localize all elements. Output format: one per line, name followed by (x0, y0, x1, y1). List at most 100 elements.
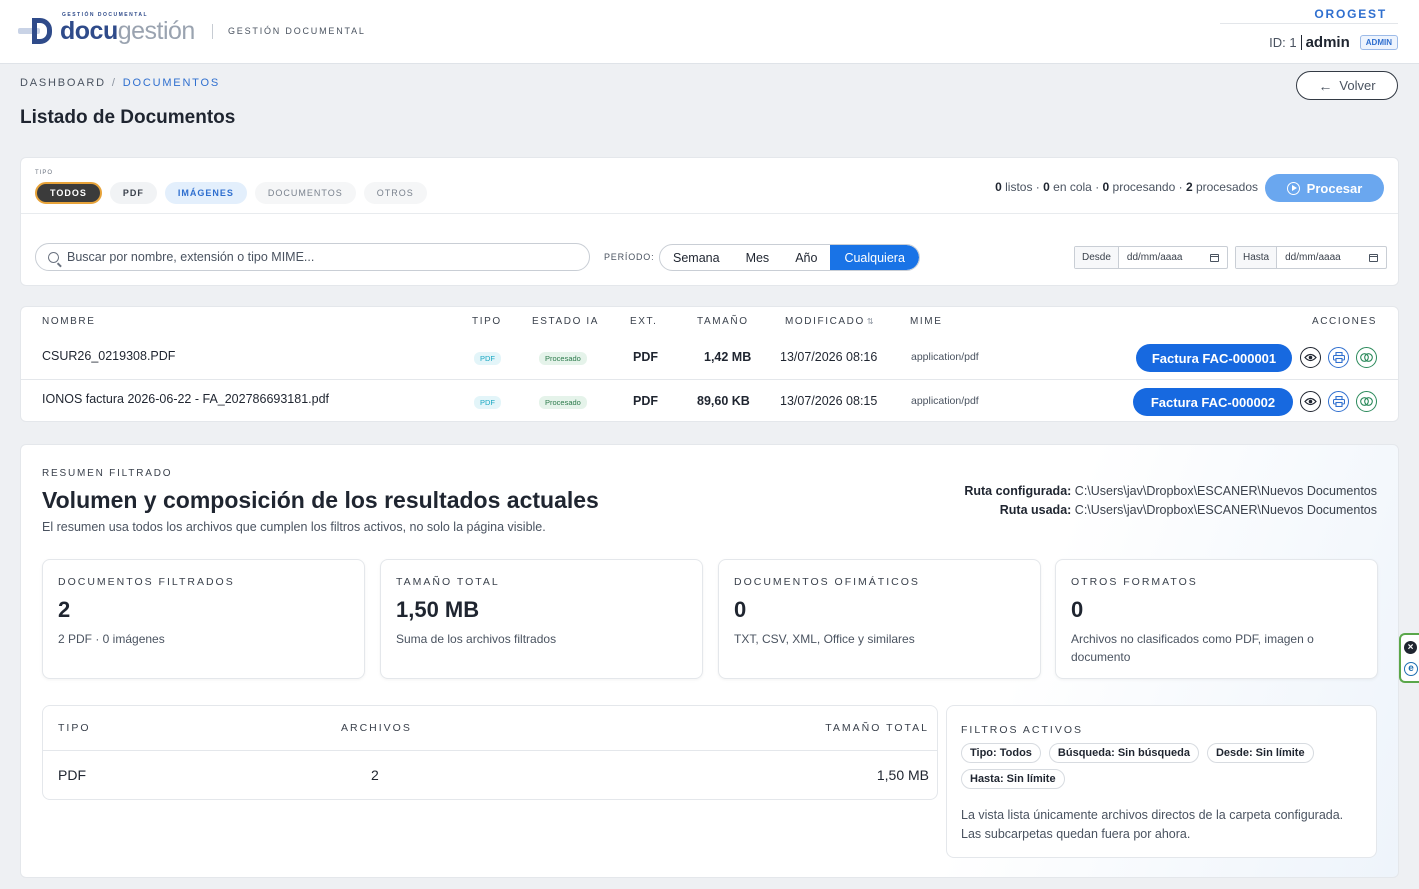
factura-button[interactable]: Factura FAC-000001 (1136, 344, 1292, 372)
print-icon[interactable] (1328, 391, 1349, 412)
factura-button[interactable]: Factura FAC-000002 (1133, 388, 1293, 416)
close-icon[interactable]: × (1404, 641, 1417, 654)
queue-cola-count: 0 (1043, 180, 1050, 194)
summary-label: RESUMEN FILTRADO (42, 468, 173, 479)
col-mime[interactable]: MIME (910, 316, 943, 327)
period-cualquiera[interactable]: Cualquiera (830, 245, 919, 270)
chip-imagenes[interactable]: IMÁGENES (164, 182, 247, 204)
filter-tag-tipo: Tipo: Todos (961, 743, 1041, 763)
filter-tag-busqueda: Búsqueda: Sin búsqueda (1048, 743, 1199, 763)
period-selector: Semana Mes Año Cualquiera (659, 244, 920, 271)
filter-tag-hasta: Hasta: Sin límite (961, 769, 1065, 789)
stat-card-documentos: DOCUMENTOS FILTRADOS 2 2 PDF · 0 imágene… (42, 559, 365, 679)
stat-card-tamano: TAMAÑO TOTAL 1,50 MB Suma de los archivo… (380, 559, 703, 679)
row-modificado: 13/07/2026 08:15 (780, 394, 878, 408)
active-filters-card: FILTROS ACTIVOS Tipo: Todos Búsqueda: Si… (946, 705, 1377, 858)
chip-todos[interactable]: TODOS (35, 182, 102, 204)
chip-documentos[interactable]: DOCUMENTOS (254, 182, 356, 204)
tt-row-archivos: 2 (371, 767, 379, 783)
stat-description: TXT, CSV, XML, Office y similares (734, 632, 915, 646)
queue-procesados-label: procesados (1192, 180, 1258, 194)
row-estado-badge: Procesado (539, 396, 587, 409)
date-to-value[interactable]: dd/mm/aaaa (1277, 252, 1369, 263)
compare-icon[interactable] (1356, 391, 1377, 412)
calendar-icon[interactable] (1369, 253, 1378, 262)
tt-divider (43, 750, 937, 751)
stat-description: Archivos no clasificados como PDF, image… (1071, 632, 1314, 664)
col-tipo[interactable]: TIPO (472, 316, 502, 327)
top-bar: GESTIÓN DOCUMENTAL docugestión GESTIÓN D… (0, 0, 1419, 64)
table-row[interactable]: IONOS factura 2026-06-22 - FA_2027866931… (21, 379, 1398, 422)
search-input[interactable] (67, 250, 567, 264)
tt-col-tipo: TIPO (58, 722, 91, 734)
breadcrumb-separator: / (111, 77, 117, 89)
logo-word-docu: docu (60, 17, 118, 45)
col-tamano[interactable]: TAMAÑO (697, 316, 749, 327)
queue-procesando-label: procesando · (1109, 180, 1186, 194)
ruta-usada-label: Ruta usada: (999, 503, 1072, 517)
page-title: Listado de Documentos (20, 107, 236, 128)
period-mes[interactable]: Mes (733, 245, 783, 270)
stat-card-otros: OTROS FORMATOS 0 Archivos no clasificado… (1055, 559, 1378, 679)
active-filters-tags: Tipo: Todos Búsqueda: Sin búsqueda Desde… (961, 743, 1361, 789)
period-ano[interactable]: Año (782, 245, 830, 270)
search-box (35, 243, 590, 271)
company-name: OROGEST (1314, 7, 1387, 21)
col-estado[interactable]: ESTADO IA (532, 316, 599, 327)
process-button[interactable]: Procesar (1265, 174, 1384, 202)
view-icon[interactable] (1300, 391, 1321, 412)
documents-table: NOMBRE TIPO ESTADO IA EXT. TAMAÑO MODIFI… (20, 306, 1399, 422)
col-modificado[interactable]: MODIFICADO ⇅ (785, 316, 875, 327)
col-modificado-label: MODIFICADO (785, 316, 865, 327)
row-tamano: 1,42 MB (704, 350, 752, 364)
queue-listos-count: 0 (995, 180, 1002, 194)
sort-icon[interactable]: ⇅ (867, 317, 875, 326)
calendar-icon[interactable] (1210, 253, 1219, 262)
active-filters-label: FILTROS ACTIVOS (961, 724, 1083, 736)
table-row[interactable]: CSUR26_0219308.PDF PDF Procesado PDF 1,4… (21, 336, 1398, 379)
filter-tag-desde: Desde: Sin límite (1206, 743, 1314, 763)
tipo-filter-label: TIPO (35, 170, 54, 176)
view-icon[interactable] (1300, 347, 1321, 368)
process-button-label: Procesar (1306, 180, 1363, 196)
play-circle-icon (1286, 181, 1300, 195)
stat-value: 0 (734, 597, 747, 622)
chip-pdf[interactable]: PDF (109, 182, 157, 204)
col-acciones: ACCIONES (1311, 316, 1377, 327)
extension-logo-icon[interactable]: e (1404, 662, 1418, 676)
periodo-label: PERÍODO: (604, 252, 655, 262)
stat-label: DOCUMENTOS FILTRADOS (58, 576, 235, 588)
row-nombre[interactable]: IONOS factura 2026-06-22 - FA_2027866931… (42, 392, 329, 406)
date-from-value[interactable]: dd/mm/aaaa (1119, 252, 1210, 263)
queue-status: 0 listos · 0 en cola · 0 procesando · 2 … (995, 180, 1258, 194)
row-mime: application/pdf (911, 395, 979, 407)
tipo-filter-chips: TODOS PDF IMÁGENES DOCUMENTOS OTROS (35, 182, 427, 204)
print-icon[interactable] (1328, 347, 1349, 368)
search-icon (48, 251, 59, 263)
period-semana[interactable]: Semana (660, 245, 733, 270)
date-to-field[interactable]: Hasta dd/mm/aaaa (1235, 246, 1387, 269)
row-tipo-badge: PDF (474, 352, 501, 365)
ruta-configurada: Ruta configurada: C:\Users\jav\Dropbox\E… (964, 484, 1377, 498)
row-tipo-badge: PDF (474, 396, 501, 409)
col-ext[interactable]: EXT. (630, 316, 658, 327)
filters-panel: TIPO TODOS PDF IMÁGENES DOCUMENTOS OTROS… (20, 157, 1399, 286)
extension-widget[interactable]: × e (1399, 633, 1419, 683)
back-button-label: Volver (1339, 78, 1376, 93)
user-name: admin (1300, 34, 1350, 50)
user-id: ID: 1 (1269, 34, 1297, 50)
back-button[interactable]: ← Volver (1296, 71, 1398, 100)
chip-otros[interactable]: OTROS (363, 182, 427, 204)
compare-icon[interactable] (1356, 347, 1377, 368)
breadcrumb-documentos: DOCUMENTOS (122, 77, 220, 89)
date-from-field[interactable]: Desde dd/mm/aaaa (1074, 246, 1228, 269)
app-logo[interactable]: GESTIÓN DOCUMENTAL docugestión (18, 12, 195, 48)
col-nombre[interactable]: NOMBRE (42, 316, 96, 327)
stat-description: Suma de los archivos filtrados (396, 632, 557, 646)
summary-title: Volumen y composición de los resultados … (42, 487, 599, 513)
row-nombre[interactable]: CSUR26_0219308.PDF (42, 349, 175, 363)
tt-row-tamano: 1,50 MB (876, 767, 929, 783)
tt-row-tipo: PDF (58, 767, 86, 783)
breadcrumb-dashboard[interactable]: DASHBOARD (20, 77, 106, 89)
row-tamano: 89,60 KB (697, 394, 750, 408)
